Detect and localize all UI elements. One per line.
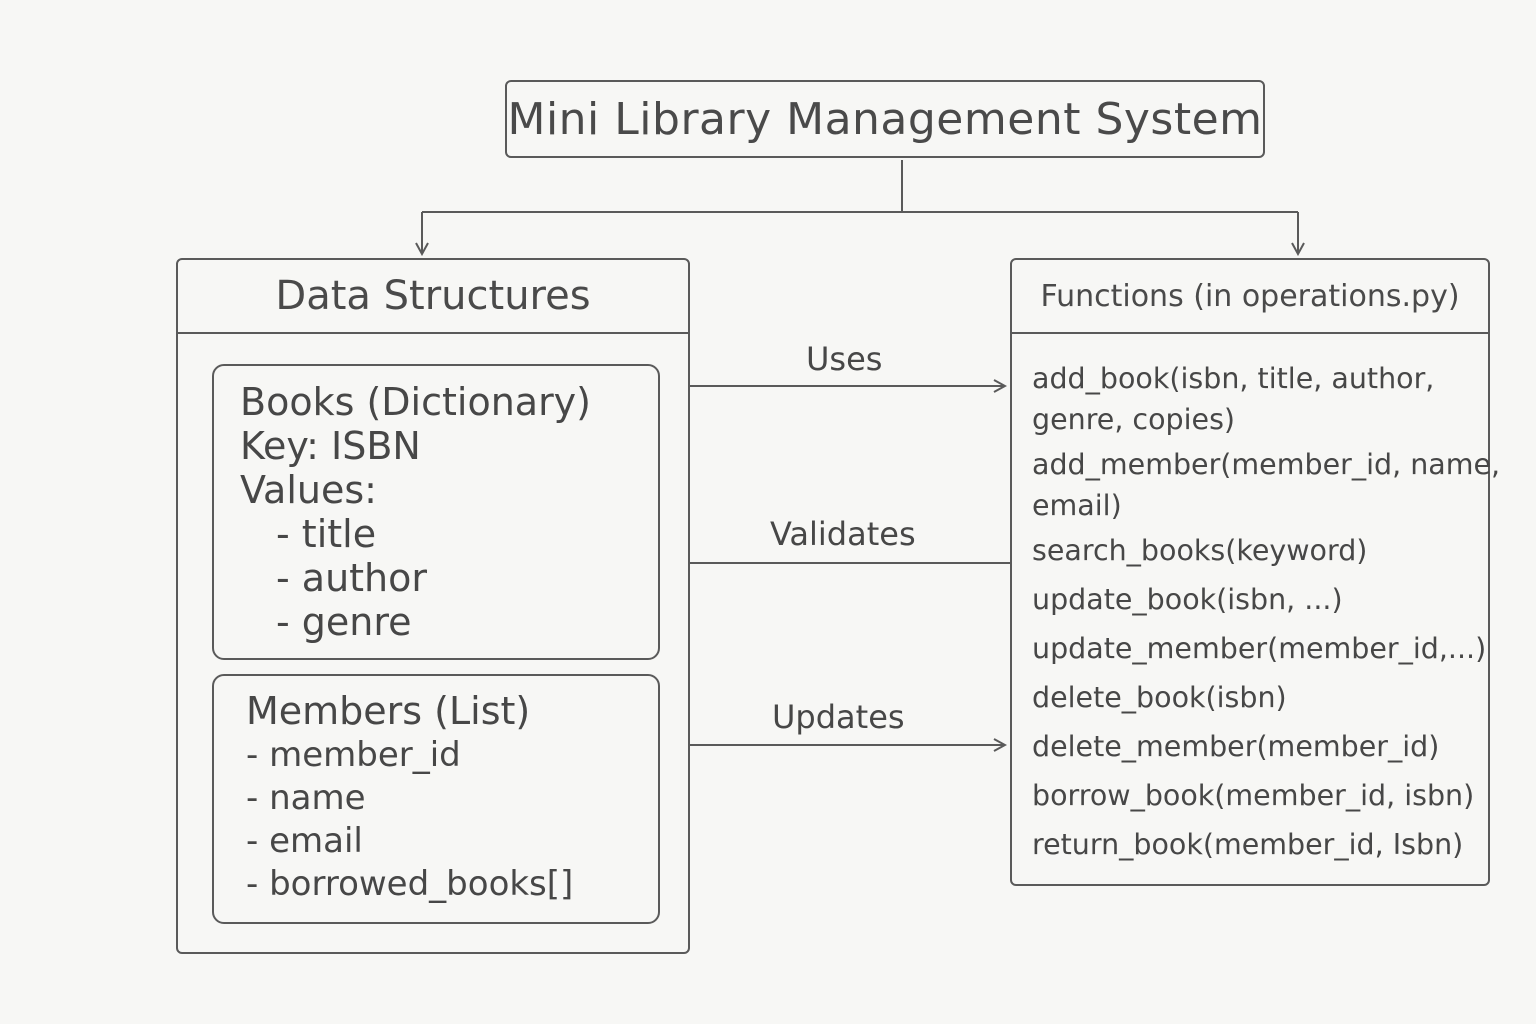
- data-structures-header: Data Structures: [178, 260, 688, 334]
- books-value-title: - title: [276, 512, 377, 556]
- books-value-genre: - genre: [276, 600, 412, 644]
- functions-box: Functions (in operations.py) add_book(is…: [1010, 258, 1501, 886]
- members-list-box: Members (List) - member_id - name - emai…: [212, 674, 660, 924]
- functions-list: add_book(isbn, title, author, genre, cop…: [1032, 358, 1501, 873]
- updates-label: Updates: [772, 698, 905, 736]
- data-structures-title: Data Structures: [275, 273, 591, 319]
- functions-title: Functions (in operations.py): [1040, 278, 1460, 314]
- function-add-book: add_book(isbn, title, author, genre, cop…: [1032, 358, 1484, 440]
- books-key: Key: ISBN: [240, 424, 421, 468]
- books-values-label: Values:: [240, 468, 377, 512]
- uses-label: Uses: [806, 340, 883, 378]
- system-title: Mini Library Management System: [507, 93, 1263, 145]
- members-field-member-id: - member_id: [246, 735, 461, 775]
- function-search-books: search_books(keyword): [1032, 534, 1368, 567]
- validates-label: Validates: [770, 515, 916, 553]
- books-title: Books (Dictionary): [240, 380, 591, 424]
- function-borrow-book: borrow_book(member_id, isbn): [1032, 779, 1475, 812]
- members-field-borrowed-books: - borrowed_books[]: [246, 864, 574, 904]
- books-value-author: - author: [276, 556, 428, 600]
- function-update-book: update_book(isbn, ...): [1032, 583, 1343, 616]
- function-add-member: add_member(member_id, name, email): [1032, 444, 1501, 526]
- function-add-book-line-1: add_book(isbn, title, author,: [1032, 362, 1435, 395]
- function-add-member-line-2: email): [1032, 489, 1122, 522]
- function-delete-book: delete_book(isbn): [1032, 681, 1287, 714]
- function-delete-member: delete_member(member_id): [1032, 730, 1440, 763]
- members-title: Members (List): [246, 689, 531, 733]
- members-field-email: - email: [246, 821, 363, 861]
- members-field-name: - name: [246, 778, 366, 818]
- function-add-member-line-1: add_member(member_id, name,: [1032, 448, 1501, 481]
- books-dictionary-box: Books (Dictionary) Key: ISBN Values: - t…: [212, 364, 660, 660]
- function-return-book: return_book(member_id, Isbn): [1032, 828, 1464, 861]
- data-structures-box: Data Structures Books (Dictionary) Key: …: [176, 258, 690, 954]
- system-title-box: Mini Library Management System: [505, 80, 1265, 158]
- functions-header: Functions (in operations.py): [1012, 260, 1488, 334]
- function-update-member: update_member(member_id,...): [1032, 632, 1487, 665]
- function-add-book-line-2: genre, copies): [1032, 403, 1236, 436]
